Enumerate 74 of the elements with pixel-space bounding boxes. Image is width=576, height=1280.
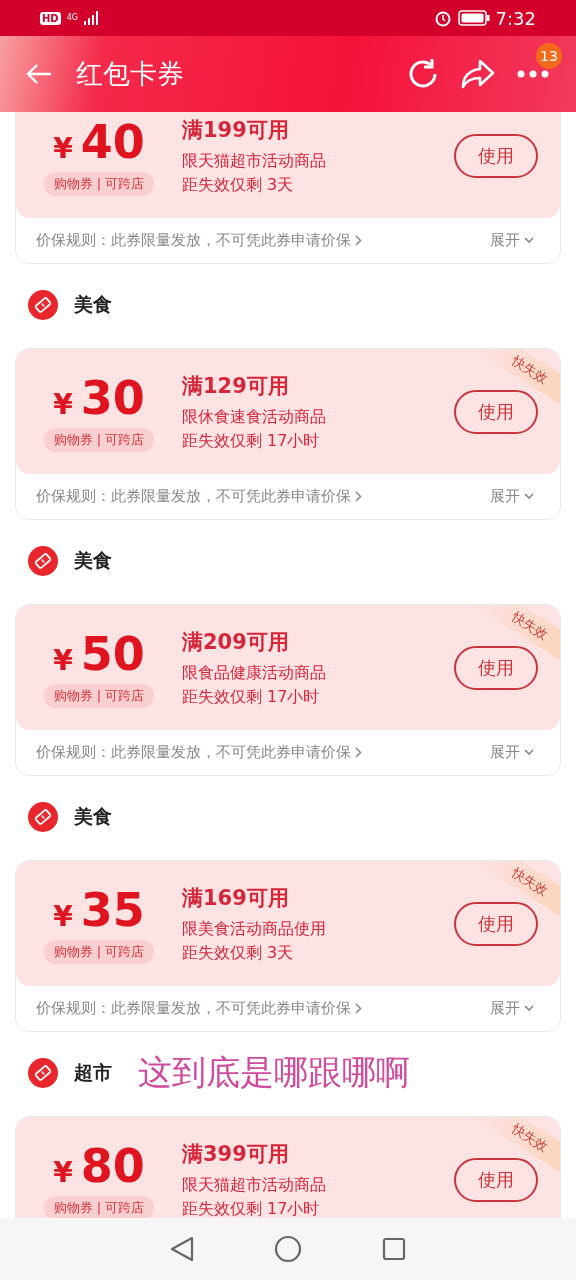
currency-sign: ¥	[53, 131, 73, 165]
home-nav-icon[interactable]	[274, 1235, 302, 1263]
chevron-down-icon	[524, 749, 534, 756]
hd-indicator: HD	[40, 11, 61, 25]
chevron-down-icon	[524, 1005, 534, 1012]
back-nav-icon[interactable]	[170, 1236, 194, 1262]
coupon-expiry: 距失效仅剩 3天	[182, 174, 295, 196]
coupon-icon	[28, 546, 58, 576]
chevron-down-icon	[524, 237, 534, 244]
share-icon[interactable]	[460, 58, 496, 90]
signal-icon	[83, 11, 100, 25]
coupon-expiry: 距失效仅剩 17小时	[182, 430, 321, 452]
price-protection-rule[interactable]: 价保规则：此券限量发放，不可凭此券申请价保	[36, 743, 351, 762]
coupon-threshold: 满399可用	[182, 1140, 290, 1168]
more-icon[interactable]	[516, 69, 550, 79]
coupon-amount: 50	[80, 627, 145, 680]
coupon-amount: 35	[80, 883, 145, 936]
notification-badge: 13	[536, 43, 562, 69]
category-label: 超市	[74, 1060, 112, 1085]
coupon-icon	[28, 802, 58, 832]
status-time: 7:32	[495, 7, 536, 29]
back-icon[interactable]	[26, 63, 52, 85]
coupon-tag: 购物券 | 可跨店	[43, 1195, 155, 1218]
currency-sign: ¥	[53, 1155, 73, 1189]
coupon-tag: 购物券 | 可跨店	[43, 171, 155, 196]
coupon-threshold: 满199可用	[182, 116, 290, 144]
coupon-scope: 限天猫超市活动商品	[182, 150, 327, 172]
coupon-tag: 购物券 | 可跨店	[43, 939, 155, 964]
coupon-threshold: 满129可用	[182, 372, 290, 400]
category-label: 美食	[74, 548, 112, 573]
battery-icon	[457, 10, 490, 26]
coupon-expiry: 距失效仅剩 3天	[182, 942, 295, 964]
coupon-scope: 限食品健康活动商品	[182, 662, 327, 684]
chevron-right-icon[interactable]	[355, 491, 362, 502]
use-button[interactable]: 使用	[454, 901, 538, 946]
coupon-amount: 40	[80, 115, 145, 168]
use-button[interactable]: 使用	[454, 645, 538, 690]
price-protection-rule[interactable]: 价保规则：此券限量发放，不可凭此券申请价保	[36, 231, 351, 250]
currency-sign: ¥	[53, 643, 73, 677]
annotation-text: 这到底是哪跟哪啊	[138, 1051, 410, 1094]
chevron-right-icon[interactable]	[355, 747, 362, 758]
coupon-scope: 限美食活动商品使用	[182, 918, 327, 940]
currency-sign: ¥	[53, 387, 73, 421]
use-button[interactable]: 使用	[454, 389, 538, 434]
page-title: 红包卡券	[76, 57, 185, 91]
coupon-icon	[28, 1058, 58, 1088]
expand-button[interactable]: 展开	[490, 487, 534, 506]
use-button[interactable]: 使用	[454, 1157, 538, 1202]
price-protection-rule[interactable]: 价保规则：此券限量发放，不可凭此券申请价保	[36, 999, 351, 1018]
chevron-right-icon[interactable]	[355, 1003, 362, 1014]
coupon-amount: 80	[80, 1139, 145, 1192]
alarm-icon	[433, 9, 452, 27]
chevron-down-icon	[524, 493, 534, 500]
coupon-threshold: 满169可用	[182, 884, 290, 912]
coupon-scope: 限休食速食活动商品	[182, 406, 327, 428]
expand-button[interactable]: 展开	[490, 743, 534, 762]
coupon-tag: 购物券 | 可跨店	[43, 427, 155, 452]
use-button[interactable]: 使用	[454, 133, 538, 178]
coupon-threshold: 满209可用	[182, 628, 290, 656]
category-label: 美食	[74, 292, 112, 317]
coupon-tag: 购物券 | 可跨店	[43, 683, 155, 708]
expand-button[interactable]: 展开	[490, 999, 534, 1018]
chevron-right-icon[interactable]	[355, 235, 362, 246]
category-label: 美食	[74, 804, 112, 829]
network-type: 4G	[66, 14, 78, 22]
expand-button[interactable]: 展开	[490, 231, 534, 250]
coupon-expiry: 距失效仅剩 17小时	[182, 686, 321, 708]
currency-sign: ¥	[53, 899, 73, 933]
recents-nav-icon[interactable]	[382, 1237, 406, 1261]
coupon-icon	[28, 290, 58, 320]
price-protection-rule[interactable]: 价保规则：此券限量发放，不可凭此券申请价保	[36, 487, 351, 506]
coupon-scope: 限天猫超市活动商品	[182, 1174, 327, 1196]
coupon-amount: 30	[80, 371, 145, 424]
coupon-expiry: 距失效仅剩 17小时	[182, 1198, 321, 1218]
